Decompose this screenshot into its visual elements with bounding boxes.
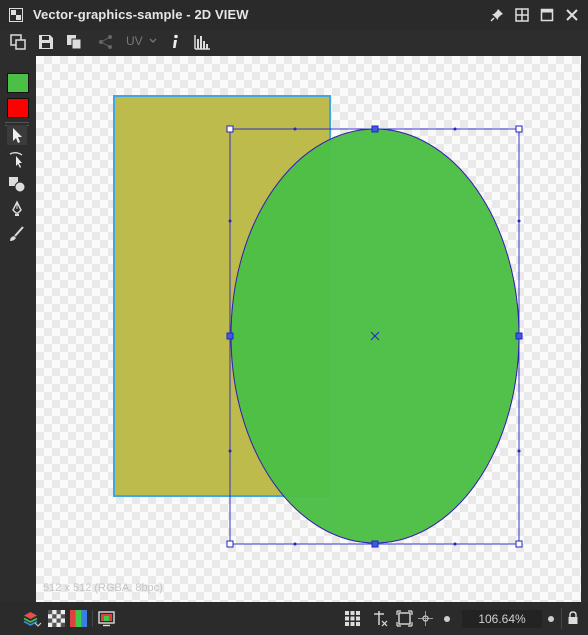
tool-divider — [5, 122, 29, 123]
anchor-point-right[interactable] — [515, 332, 523, 340]
title-bar: Vector-graphics-sample - 2D VIEW — [0, 0, 588, 30]
fit-view-icon[interactable] — [396, 610, 413, 627]
tangent-handle[interactable] — [453, 542, 457, 546]
pin-icon[interactable] — [489, 7, 505, 23]
main-toolbar: UV — [0, 30, 588, 54]
status-divider — [561, 608, 562, 629]
lock-icon[interactable] — [566, 610, 580, 627]
anchor-point-bottom[interactable] — [371, 540, 379, 548]
tangent-handle[interactable] — [293, 542, 297, 546]
histogram-icon[interactable] — [193, 33, 211, 51]
window-title: Vector-graphics-sample - 2D VIEW — [33, 7, 249, 22]
layout-icon[interactable] — [514, 7, 530, 23]
shapes-icon[interactable] — [7, 174, 27, 194]
tangent-handle[interactable] — [293, 127, 297, 131]
selection-arrow-icon[interactable] — [7, 125, 27, 145]
background-color-swatch[interactable] — [7, 98, 29, 118]
uv-dropdown-label: UV — [126, 34, 143, 48]
vector-canvas[interactable] — [36, 56, 581, 602]
pen-tool-icon[interactable] — [7, 199, 27, 219]
info-icon[interactable] — [166, 33, 184, 51]
anchor-point-left[interactable] — [226, 332, 234, 340]
resize-handle-bottom-left[interactable] — [226, 540, 234, 548]
tangent-handle[interactable] — [517, 449, 521, 453]
zoom-in-button[interactable] — [548, 616, 554, 622]
tangent-handle[interactable] — [517, 219, 521, 223]
status-bar: 106.64% — [0, 602, 588, 635]
maximize-icon[interactable] — [539, 7, 555, 23]
tangent-handle[interactable] — [228, 449, 232, 453]
tangent-handle[interactable] — [453, 127, 457, 131]
image-info-label: 512 x 512 (RGBA, 8bpc) — [43, 582, 163, 594]
zoom-input[interactable]: 106.64% — [462, 610, 542, 628]
close-icon[interactable] — [564, 7, 580, 23]
foreground-color-swatch[interactable] — [7, 73, 29, 93]
tool-strip — [0, 60, 33, 602]
save-icon[interactable] — [37, 33, 55, 51]
zoom-out-button[interactable] — [444, 616, 450, 622]
anchor-point-top[interactable] — [371, 125, 379, 133]
chevron-down-icon[interactable] — [34, 621, 42, 629]
view-options-icon[interactable] — [9, 33, 27, 51]
share-icon — [99, 35, 112, 49]
node-edit-icon[interactable] — [7, 149, 27, 169]
status-divider — [92, 610, 93, 627]
resize-handle-top-right[interactable] — [515, 125, 523, 133]
resize-handle-top-left[interactable] — [226, 125, 234, 133]
resize-handle-bottom-right[interactable] — [515, 540, 523, 548]
display-icon[interactable] — [98, 610, 115, 627]
grid-icon[interactable] — [344, 610, 361, 627]
snap-icon[interactable] — [372, 610, 389, 627]
app-window: Vector-graphics-sample - 2D VIEW UV 512 … — [0, 0, 588, 635]
pan-icon[interactable] — [417, 610, 434, 627]
brush-icon[interactable] — [7, 224, 27, 244]
view-icon — [9, 8, 23, 22]
canvas-viewport[interactable]: 512 x 512 (RGBA, 8bpc) — [36, 56, 581, 602]
tangent-handle[interactable] — [228, 219, 232, 223]
copy-icon[interactable] — [65, 33, 83, 51]
rgb-channels-icon[interactable] — [70, 610, 87, 627]
alpha-checker-icon[interactable] — [48, 610, 65, 627]
chevron-down-icon — [149, 38, 157, 43]
